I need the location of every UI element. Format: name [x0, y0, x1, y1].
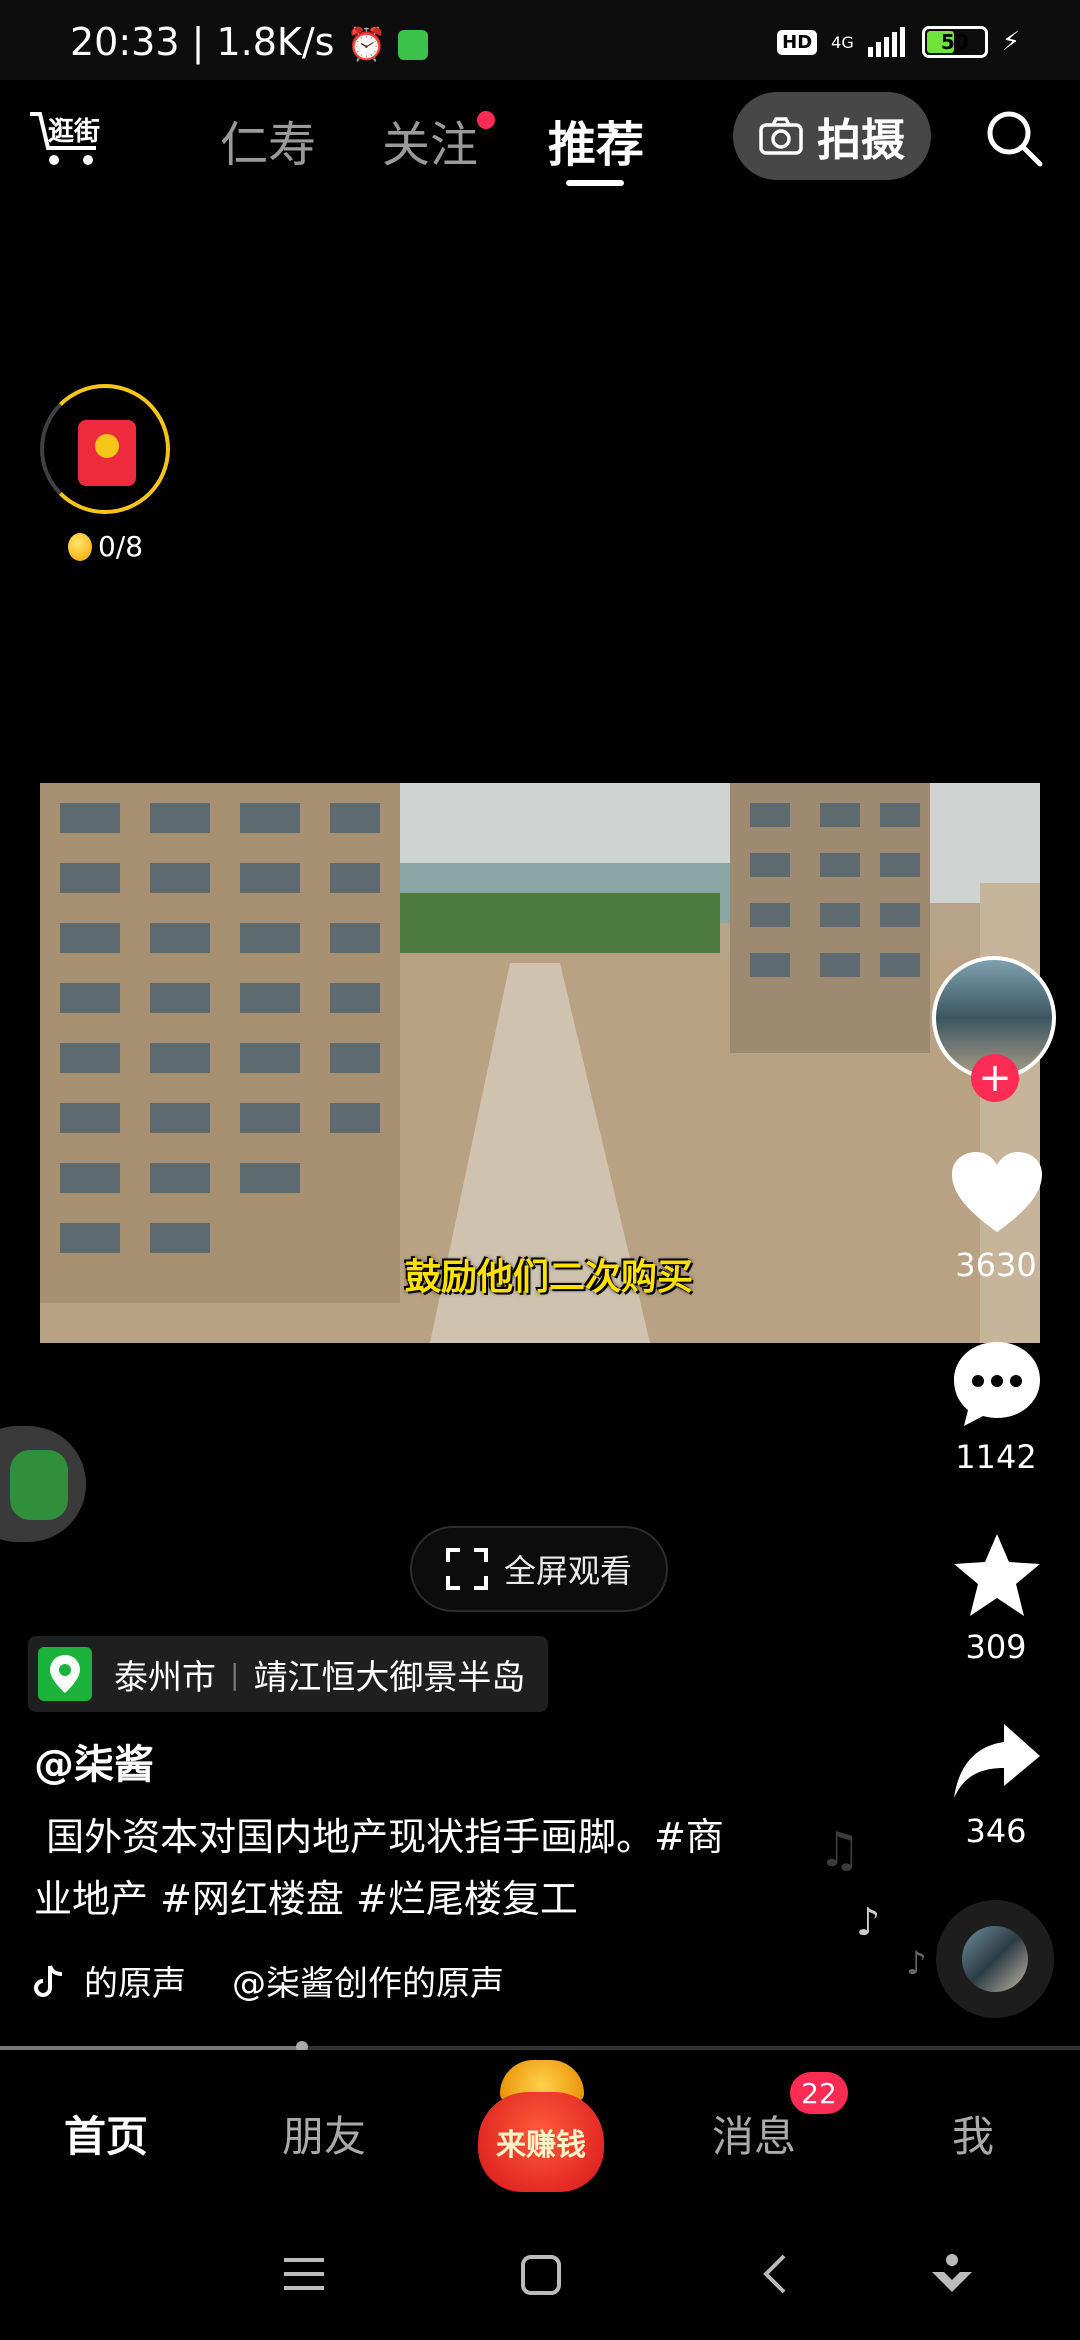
comment-icon	[954, 1342, 1040, 1426]
earn-label: 来赚钱	[496, 2128, 586, 2163]
red-envelope-icon	[78, 420, 136, 486]
location-pin-icon	[38, 1647, 92, 1701]
like-count: 3630	[955, 1246, 1037, 1284]
net-speed: 1.8K/s	[216, 20, 335, 64]
favorite-count: 309	[965, 1628, 1027, 1666]
side-floating-widget[interactable]	[0, 1426, 86, 1542]
share-count: 346	[965, 1812, 1027, 1850]
location-separator: |	[230, 1657, 240, 1691]
like-button[interactable]	[952, 1152, 1042, 1242]
plus-icon: +	[978, 1055, 1012, 1101]
square-home-icon	[521, 2255, 561, 2295]
recent-apps-button[interactable]	[282, 2254, 326, 2294]
search-icon	[987, 111, 1043, 167]
network-label: 4G	[831, 32, 854, 52]
fullscreen-label: 全屏观看	[503, 1552, 632, 1590]
follow-plus-button[interactable]: +	[971, 1054, 1019, 1102]
shoot-label: 拍摄	[817, 115, 905, 166]
floating-note-icon: ♪	[906, 1944, 927, 1982]
location-city: 泰州市	[114, 1657, 216, 1698]
status-separator: |	[179, 20, 217, 64]
post-description: 国外资本对国内地产现状指手画脚。#商 业地产 #网红楼盘 #烂尾楼复工	[34, 1806, 804, 1930]
music-prefix: 的原声	[84, 1964, 186, 2004]
author-name[interactable]: @柒酱	[34, 1732, 154, 1790]
nav-me[interactable]: 我	[952, 2103, 994, 2164]
following-new-dot	[477, 111, 495, 129]
messages-badge: 22	[790, 2072, 848, 2114]
battery-text: 50	[940, 30, 969, 54]
logo-text: 逛街	[48, 116, 100, 147]
shopping-cart-icon: 逛街	[30, 112, 100, 165]
widget-mascot-icon	[10, 1450, 68, 1520]
favorite-button[interactable]	[952, 1532, 1042, 1618]
menu-lines-icon	[284, 2258, 324, 2290]
coin-icon	[68, 532, 92, 561]
status-time: 20:33 | 1.8K/s ⏰	[70, 20, 429, 64]
comment-count: 1142	[955, 1438, 1037, 1476]
alarm-icon: ⏰	[346, 25, 387, 63]
tab-following[interactable]: 关注	[382, 105, 478, 175]
pin-glyph	[50, 1655, 80, 1693]
nav-home[interactable]: 首页	[64, 2103, 148, 2164]
camera-icon	[759, 117, 803, 155]
share-button[interactable]	[952, 1722, 1042, 1802]
share-arrow-icon	[954, 1724, 1040, 1798]
location-tag[interactable]: 泰州市 | 靖江恒大御景半岛	[28, 1636, 548, 1712]
assistant-system-button[interactable]	[930, 2252, 974, 2296]
hd-badge: HD	[777, 29, 818, 55]
floating-note-icon: ♫	[818, 1822, 862, 1878]
description-line-2: 业地产 #网红楼盘 #烂尾楼复工	[34, 1877, 578, 1921]
assistant-icon	[932, 2254, 972, 2292]
nav-friends[interactable]: 朋友	[282, 2103, 366, 2164]
search-button[interactable]	[984, 108, 1044, 168]
music-title: @柒酱创作的原声	[232, 1964, 504, 2004]
video-caption: 鼓励他们二次购买	[405, 1257, 694, 1298]
floating-note-icon: ♪	[856, 1900, 881, 1944]
battery-icon: 50	[921, 26, 988, 58]
back-chevron-icon	[763, 2254, 786, 2294]
shoot-button[interactable]: 拍摄	[733, 92, 931, 180]
fullscreen-icon	[445, 1548, 488, 1590]
home-system-button[interactable]	[520, 2254, 562, 2296]
mall-logo-button[interactable]: 逛街	[26, 108, 108, 170]
heart-icon	[952, 1152, 1042, 1232]
signal-icon	[867, 27, 905, 57]
envelope-seal	[95, 434, 119, 458]
location-place: 靖江恒大御景半岛	[253, 1657, 526, 1698]
fullscreen-button[interactable]: 全屏观看	[410, 1526, 668, 1612]
comment-button[interactable]	[952, 1342, 1042, 1428]
tab-recommend[interactable]: 推荐	[548, 105, 644, 175]
back-system-button[interactable]	[760, 2252, 790, 2296]
active-tab-indicator	[566, 180, 624, 186]
tab-renshou[interactable]: 仁寿	[220, 105, 316, 175]
status-icons: HD 4G 50 ⚡	[777, 26, 1020, 58]
coin-count: 0/8	[68, 530, 143, 563]
star-icon	[954, 1534, 1040, 1616]
app-notification-icon	[398, 29, 429, 60]
nav-messages[interactable]: 消息	[712, 2103, 796, 2164]
music-disc[interactable]	[936, 1900, 1054, 2018]
music-row[interactable]: 的原声 @柒酱创作的原声	[34, 1956, 504, 2005]
clock-text: 20:33	[70, 20, 180, 64]
money-bag-icon: 来赚钱	[478, 2092, 604, 2192]
tiktok-note-icon	[34, 1964, 63, 1997]
charging-icon: ⚡	[1001, 27, 1020, 57]
description-line-1: 国外资本对国内地产现状指手画脚。#商	[34, 1815, 724, 1859]
coin-progress-text: 0/8	[98, 530, 144, 563]
music-cover	[962, 1926, 1028, 1992]
